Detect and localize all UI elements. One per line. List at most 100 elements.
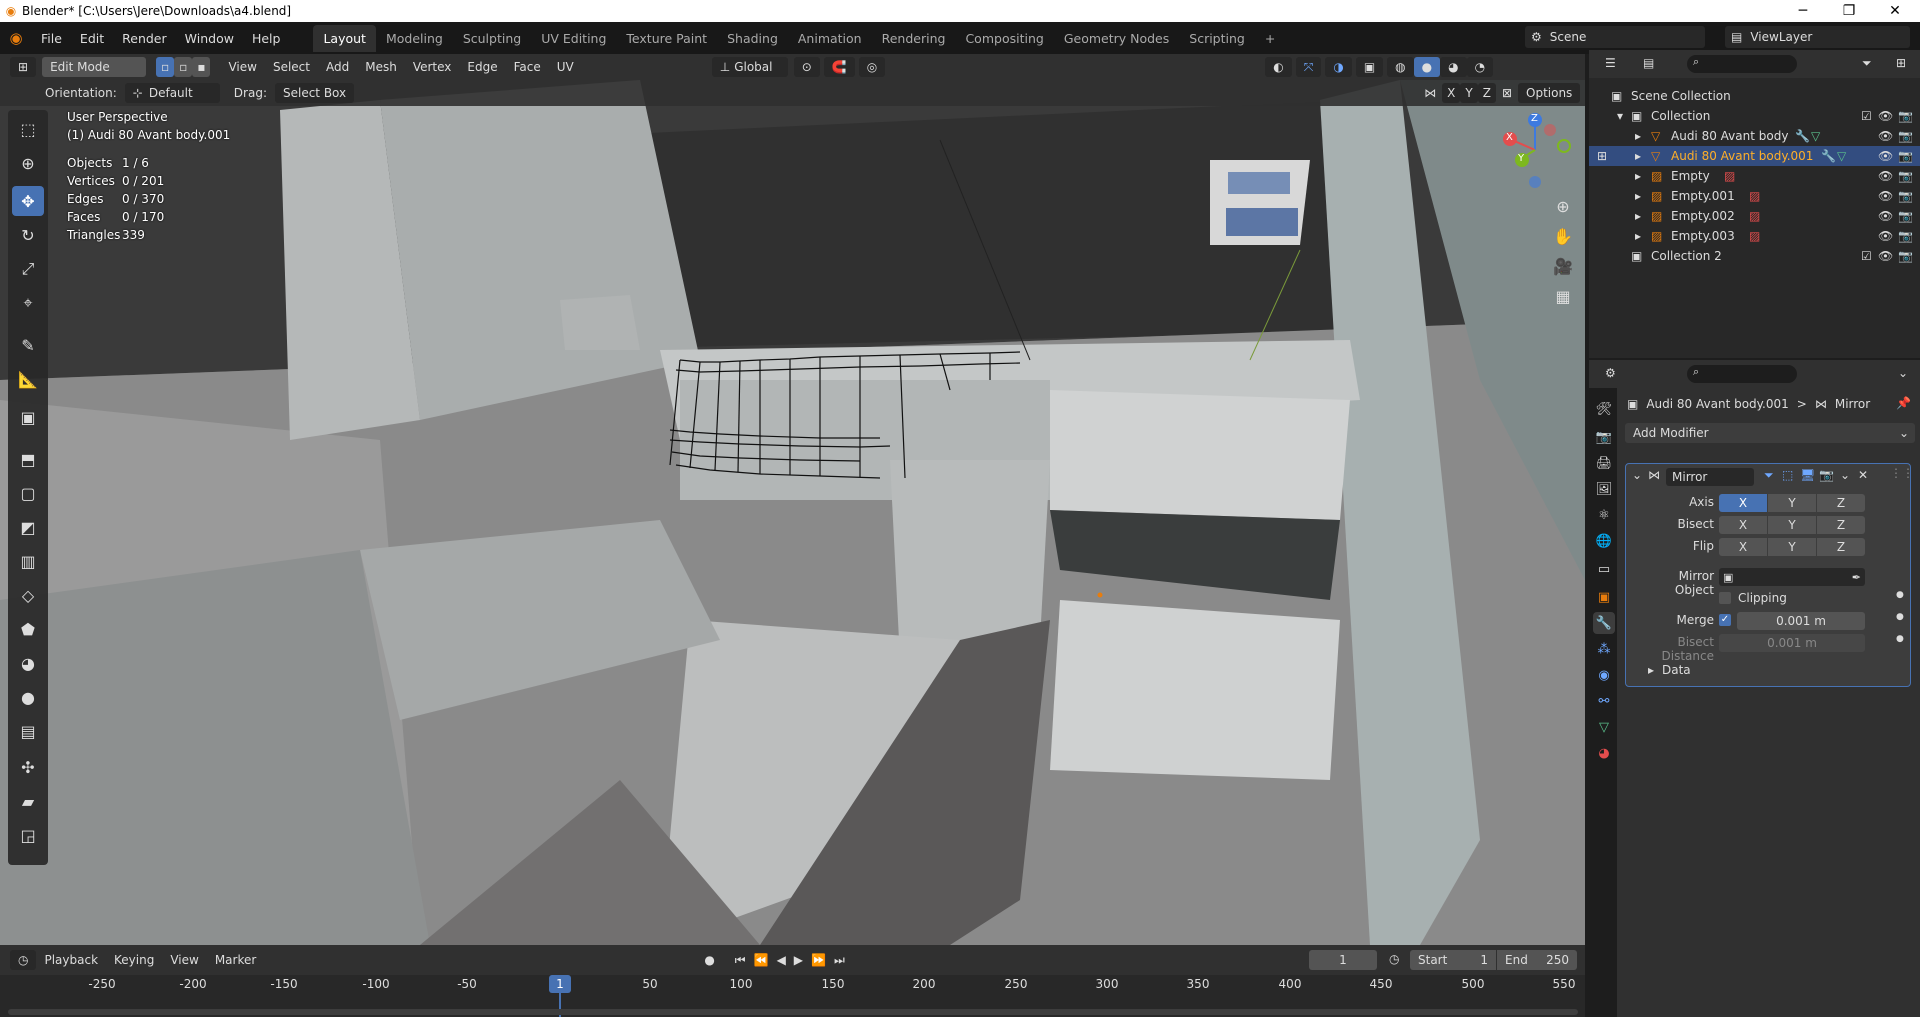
smooth-tool-icon[interactable]: ● (12, 682, 44, 712)
annotate-tool-icon[interactable]: ✎ (12, 330, 44, 360)
extrude-tool-icon[interactable]: ⬒ (12, 444, 44, 474)
timeline-editor-type-button[interactable]: ◷ (10, 950, 37, 970)
menu-playback[interactable]: Playback (36, 953, 106, 967)
mirror-z-toggle[interactable]: Z (1477, 83, 1496, 103)
outliner-item-empty-003[interactable]: ▸ ▨ Empty.003 ▨ 👁 📷 (1589, 226, 1920, 246)
outliner-item-collection[interactable]: ▾ ▣ Collection ☑ 👁 📷 (1589, 106, 1920, 126)
shading-material-button[interactable]: ◕ (1440, 57, 1467, 77)
outliner-display-mode-icon[interactable]: ▤ (1643, 56, 1654, 70)
bisect-y-toggle[interactable]: Y (1768, 516, 1816, 534)
inset-tool-icon[interactable]: ▢ (12, 478, 44, 508)
start-frame-field[interactable]: Start 1 (1410, 950, 1496, 970)
drag-selector[interactable]: Select Box (274, 83, 355, 103)
auto-merge-icon[interactable]: ⊠ (1502, 86, 1512, 100)
pan-hand-icon[interactable]: ✋ (1549, 222, 1577, 250)
object-tab-icon[interactable]: ▣ (1593, 586, 1615, 608)
camera-render-icon[interactable]: 📷 (1898, 169, 1913, 183)
keyframe-dot-icon[interactable]: ● (1896, 634, 1904, 644)
cursor-tool-icon[interactable]: ⊕ (12, 148, 44, 178)
eye-icon[interactable]: 👁 (1878, 189, 1893, 203)
world-tab-icon[interactable]: 🌐 (1593, 530, 1615, 552)
gizmos-button[interactable]: ⤧ (1295, 57, 1322, 77)
scene-tab-icon[interactable]: ⚛ (1593, 504, 1615, 526)
menu-help[interactable]: Help (243, 31, 290, 46)
filter-icon[interactable]: ⏷ (1862, 56, 1872, 71)
outliner-search-input[interactable]: ⌕ (1687, 55, 1797, 73)
axis-z-toggle[interactable]: Z (1817, 494, 1865, 512)
add-modifier-button[interactable]: Add Modifier ⌄ (1625, 423, 1915, 443)
menu-uv[interactable]: UV (549, 60, 582, 74)
outliner-item-audi-body-001[interactable]: ⊞ ▸ ▽ Audi 80 Avant body.001 🔧 ▽ 👁 📷 (1589, 146, 1920, 166)
blender-menu-icon[interactable]: ◉ (0, 29, 32, 47)
material-tab-icon[interactable]: ◕ (1593, 742, 1615, 764)
play-reverse-icon[interactable]: ◀ (777, 953, 786, 967)
3d-viewport[interactable]: User Perspective (1) Audi 80 Avant body.… (0, 80, 1585, 945)
bisect-z-toggle[interactable]: Z (1817, 516, 1865, 534)
shading-wireframe-button[interactable]: ◍ (1387, 57, 1414, 77)
menu-view[interactable]: View (220, 60, 264, 74)
expand-arrow-icon[interactable]: ▸ (1635, 189, 1641, 203)
camera-render-icon[interactable]: 📷 (1898, 189, 1913, 203)
realtime-toggle-icon[interactable]: 🖥 (1800, 468, 1815, 482)
constraints-tab-icon[interactable]: ⚯ (1593, 690, 1615, 712)
tab-compositing[interactable]: Compositing (955, 25, 1053, 52)
outliner-item-audi-body[interactable]: ▸ ▽ Audi 80 Avant body 🔧 ▽ 👁 📷 (1589, 126, 1920, 146)
menu-edit[interactable]: Edit (71, 31, 113, 46)
view-layer-selector[interactable]: ▤ ViewLayer (1725, 26, 1910, 48)
shading-solid-button[interactable]: ● (1413, 57, 1441, 77)
expand-arrow-icon[interactable]: ▸ (1635, 229, 1641, 243)
add-workspace-button[interactable]: + (1255, 25, 1285, 52)
face-select-button[interactable]: ▪ (192, 57, 211, 77)
playhead[interactable]: 1 (549, 975, 571, 993)
current-frame-field[interactable]: 1 (1309, 950, 1377, 970)
orientation-selector[interactable]: ⊹ Default (124, 83, 220, 103)
menu-edge[interactable]: Edge (459, 60, 505, 74)
record-icon[interactable]: ● (704, 953, 714, 967)
outliner-item-empty-002[interactable]: ▸ ▨ Empty.002 ▨ 👁 📷 (1589, 206, 1920, 226)
visibility-button[interactable]: ◐ (1265, 57, 1292, 77)
keyframe-dot-icon[interactable]: ● (1896, 590, 1904, 600)
outliner-item-empty-001[interactable]: ▸ ▨ Empty.001 ▨ 👁 📷 (1589, 186, 1920, 206)
zoom-icon[interactable]: ⊕ (1549, 192, 1577, 220)
menu-render[interactable]: Render (113, 31, 176, 46)
menu-select[interactable]: Select (265, 60, 318, 74)
minimize-button[interactable]: ─ (1780, 0, 1826, 22)
add-cube-tool-icon[interactable]: ▣ (12, 402, 44, 432)
select-box-tool-icon[interactable]: ⬚ (12, 114, 44, 144)
bisect-x-toggle[interactable]: X (1719, 516, 1767, 534)
axis-y-toggle[interactable]: Y (1768, 494, 1816, 512)
data-expand-arrow-icon[interactable]: ▸ (1648, 663, 1654, 677)
camera-render-icon[interactable]: 📷 (1898, 129, 1913, 143)
rotate-tool-icon[interactable]: ↻ (12, 220, 44, 250)
eye-icon[interactable]: 👁 (1878, 149, 1893, 163)
vertex-select-button[interactable]: ▫ (156, 57, 175, 77)
tab-layout[interactable]: Layout (313, 24, 376, 52)
collection-tab-icon[interactable]: ▭ (1593, 558, 1615, 580)
expand-arrow-icon[interactable]: ▸ (1635, 149, 1641, 163)
edge-slide-tool-icon[interactable]: ▤ (12, 716, 44, 746)
tab-sculpting[interactable]: Sculpting (453, 25, 531, 52)
play-icon[interactable]: ▶ (794, 953, 803, 967)
jump-key-forward-icon[interactable]: ⏩ (811, 953, 826, 967)
clock-icon[interactable]: ◷ (1389, 952, 1399, 966)
measure-tool-icon[interactable]: 📐 (12, 364, 44, 394)
edge-select-button[interactable]: ▫ (174, 57, 193, 77)
jump-end-icon[interactable]: ⏭ (834, 953, 845, 968)
pin-icon[interactable]: 📌 (1896, 396, 1911, 410)
tab-texture-paint[interactable]: Texture Paint (616, 25, 717, 52)
camera-render-icon[interactable]: 📷 (1898, 149, 1913, 163)
expand-arrow-icon[interactable]: ▾ (1617, 109, 1623, 123)
particles-tab-icon[interactable]: ⁂ (1593, 638, 1615, 660)
on-cage-toggle-icon[interactable]: ⬚ (1782, 468, 1793, 482)
data-tab-icon[interactable]: ▽ (1593, 716, 1615, 738)
expand-arrow-icon[interactable]: ▸ (1635, 209, 1641, 223)
bevel-tool-icon[interactable]: ◩ (12, 512, 44, 542)
properties-search-input[interactable]: ⌕ (1687, 365, 1797, 383)
tab-scripting[interactable]: Scripting (1179, 25, 1255, 52)
menu-vertex[interactable]: Vertex (405, 60, 460, 74)
grid-view-icon[interactable]: ▦ (1549, 282, 1577, 310)
physics-tab-icon[interactable]: ◉ (1593, 664, 1615, 686)
end-frame-field[interactable]: End 250 (1497, 950, 1577, 970)
poly-build-tool-icon[interactable]: ⬟ (12, 614, 44, 644)
collapse-arrow-icon[interactable]: ⌄ (1632, 468, 1642, 482)
